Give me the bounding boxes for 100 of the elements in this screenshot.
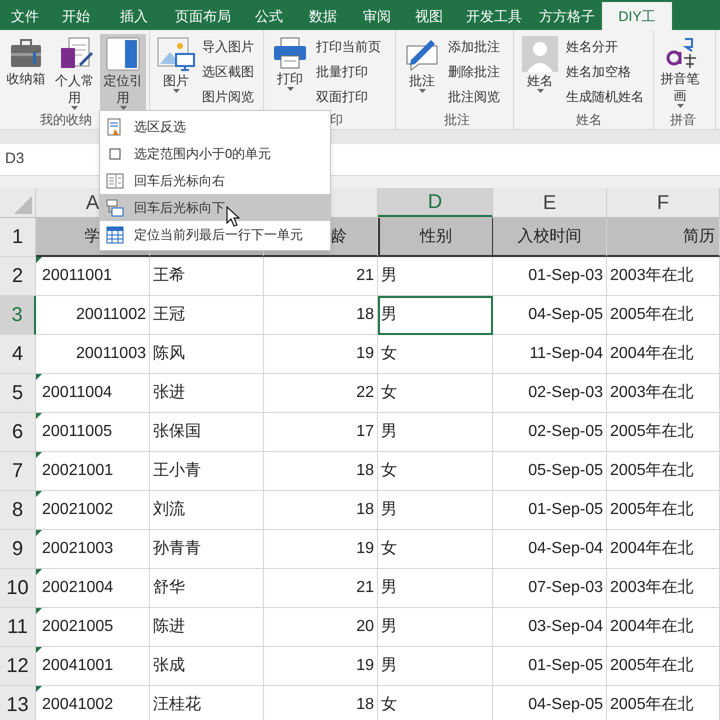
table-cell: 王希 [150, 257, 264, 296]
table-header-cell: 入校时间 [493, 218, 607, 257]
ribbon-command[interactable]: 删除批注 [448, 61, 500, 83]
ribbon-tab[interactable]: 开始 [46, 2, 106, 30]
ribbon-tab[interactable]: 公式 [244, 2, 294, 30]
table-cell: 18 [264, 452, 378, 491]
table-cell: 2005年在北 [607, 296, 720, 335]
ribbon-button[interactable]: 收纳箱 [3, 34, 49, 110]
table-cell: 11-Sep-04 [493, 335, 607, 374]
ribbon-tab[interactable]: 文件 [4, 2, 46, 30]
ribbon-tab[interactable]: 视图 [402, 2, 456, 30]
panel-icon [105, 36, 142, 72]
row-header[interactable]: 8 [0, 491, 36, 530]
table-cell: 陈风 [150, 335, 264, 374]
table-cell: 20011001 [36, 257, 150, 296]
table-cell: 张保国 [150, 413, 264, 452]
rows-icon [106, 198, 124, 216]
ribbon-tab[interactable]: 开发工具 [456, 2, 532, 30]
table-cell: 2004年在北 [607, 530, 720, 569]
row-header[interactable]: 12 [0, 647, 36, 686]
select-all-icon[interactable] [14, 196, 32, 214]
row-header[interactable]: 13 [0, 686, 36, 720]
group-label: 姓名 [576, 111, 602, 129]
column-header[interactable]: F [607, 188, 720, 217]
ribbon-button[interactable]: 定位引用 [100, 34, 146, 110]
ribbon-tab[interactable]: 方方格子 [532, 2, 602, 30]
table-cell: 03-Sep-04 [493, 608, 607, 647]
group-label: 我的收纳 [40, 111, 92, 129]
ribbon-tab[interactable]: 插入 [106, 2, 162, 30]
ribbon-tab[interactable]: 审阅 [352, 2, 402, 30]
table-cell: 王小青 [150, 452, 264, 491]
row-header[interactable]: 3 [0, 296, 36, 335]
ribbon-tab[interactable]: DIY工 [602, 2, 672, 30]
ribbon-command[interactable]: 生成随机姓名 [566, 86, 644, 108]
ribbon-command[interactable]: 添加批注 [448, 36, 500, 58]
menu-item[interactable]: 选区反选 [134, 113, 190, 140]
menu-item[interactable]: 选定范围内小于0的单元 [134, 140, 276, 167]
table-cell: 19 [264, 647, 378, 686]
table-cell: 18 [264, 296, 378, 335]
ribbon-button[interactable]: 姓名 [517, 34, 563, 110]
table-cell: 19 [264, 335, 378, 374]
column-header[interactable]: E [493, 188, 607, 217]
table-cell: 2004年在北 [607, 335, 720, 374]
mouse-pointer-icon [226, 206, 240, 227]
table-cell: 18 [264, 686, 378, 720]
table-cell: 21 [264, 569, 378, 608]
ribbon-command[interactable]: 双面打印 [316, 86, 381, 108]
table-cell: 2003年在北 [607, 257, 720, 296]
table-cell: 陈进 [150, 608, 264, 647]
table-cell: 女 [378, 374, 493, 413]
table-cell: 2005年在北 [607, 686, 720, 720]
table-cell: 18 [264, 491, 378, 530]
table-cell: 01-Sep-05 [493, 491, 607, 530]
ribbon-command[interactable]: 打印当前页 [316, 36, 381, 58]
column-header[interactable]: D [378, 188, 493, 217]
image-icon [156, 36, 196, 72]
ribbon-tab[interactable]: 页面布局 [162, 2, 244, 30]
table-cell: 舒华 [150, 569, 264, 608]
table-cell: 20011004 [36, 374, 150, 413]
table-cell: 张成 [150, 647, 264, 686]
selection-icon [107, 118, 123, 136]
row-header[interactable]: 7 [0, 452, 36, 491]
table-cell: 20021002 [36, 491, 150, 530]
table-cell: 20021005 [36, 608, 150, 647]
table-cell: 04-Sep-05 [493, 686, 607, 720]
row-header[interactable]: 4 [0, 335, 36, 374]
row-header[interactable]: 2 [0, 257, 36, 296]
table-cell: 01-Sep-05 [493, 647, 607, 686]
table-cell: 05-Sep-05 [493, 452, 607, 491]
table-cell: 张进 [150, 374, 264, 413]
ribbon-button[interactable]: 批注 [399, 34, 445, 110]
table-cell: 男 [378, 608, 493, 647]
ribbon-command[interactable]: 选区截图 [202, 61, 254, 83]
table-cell: 19 [264, 530, 378, 569]
ribbon-command[interactable]: 姓名分开 [566, 36, 644, 58]
row-header[interactable]: 9 [0, 530, 36, 569]
row-header[interactable]: 11 [0, 608, 36, 647]
table-cell: 17 [264, 413, 378, 452]
table-cell: 2005年在北 [607, 491, 720, 530]
ribbon-command[interactable]: 姓名加空格 [566, 61, 644, 83]
ribbon-button[interactable]: 个人常用 [52, 34, 98, 110]
ribbon-button[interactable]: 拼音笔画 [657, 34, 703, 110]
row-header[interactable]: 5 [0, 374, 36, 413]
ribbon-command[interactable]: 批量打印 [316, 61, 381, 83]
table-cell: 男 [378, 491, 493, 530]
row-header[interactable]: 10 [0, 569, 36, 608]
table-cell: 20041002 [36, 686, 150, 720]
ribbon-command[interactable]: 批注阅览 [448, 86, 500, 108]
ribbon-command[interactable]: 导入图片 [202, 36, 254, 58]
row-header[interactable]: 6 [0, 413, 36, 452]
row-header[interactable]: 1 [0, 218, 36, 257]
table-cell: 04-Sep-05 [493, 296, 607, 335]
ribbon-button[interactable]: 图片 [153, 34, 199, 110]
table-cell: 孙青青 [150, 530, 264, 569]
ribbon-button[interactable]: 打印 [267, 34, 313, 110]
ribbon-tab[interactable]: 数据 [294, 2, 352, 30]
table-cell: 女 [378, 686, 493, 720]
table-cell: 男 [378, 413, 493, 452]
ribbon-command[interactable]: 图片阅览 [202, 86, 254, 108]
toolbox-icon [8, 36, 43, 70]
